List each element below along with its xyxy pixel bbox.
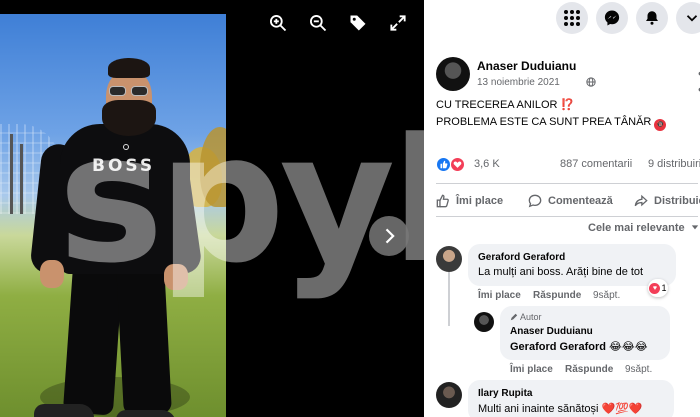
share-icon bbox=[634, 194, 648, 207]
account-chevron-icon bbox=[686, 15, 698, 22]
post-date[interactable]: 13 noiembrie 2021 bbox=[477, 77, 560, 88]
comment-sort-dropdown[interactable]: Cele mai relevante bbox=[588, 222, 699, 234]
reply-author-avatar[interactable] bbox=[474, 312, 494, 332]
love-reaction-icon[interactable] bbox=[450, 157, 465, 172]
comment-like-link[interactable]: Îmi place bbox=[478, 290, 521, 301]
laughing-emoji: 😂😂😂 bbox=[609, 341, 648, 353]
like-reaction-icon[interactable] bbox=[436, 157, 451, 172]
post-actions: Îmi place Comentează Distribuie bbox=[424, 190, 700, 212]
top-navigation bbox=[424, 0, 700, 36]
account-menu-button[interactable] bbox=[676, 2, 700, 34]
comments-count[interactable]: 887 comentarii bbox=[560, 158, 632, 170]
photo-viewer: BOSS spyM bbox=[0, 0, 424, 417]
messenger-icon bbox=[604, 10, 620, 26]
zoom-in-icon[interactable] bbox=[266, 11, 290, 35]
comment-icon bbox=[528, 194, 542, 208]
divider bbox=[436, 216, 698, 217]
comment-button[interactable]: Comentează bbox=[528, 190, 613, 212]
reply-reply-link[interactable]: Răspunde bbox=[565, 364, 613, 375]
reply-time[interactable]: 9săpt. bbox=[625, 364, 652, 375]
sunglasses bbox=[109, 86, 149, 96]
menu-grid-button[interactable] bbox=[556, 2, 588, 34]
commenter-avatar[interactable] bbox=[436, 246, 462, 272]
notifications-button[interactable] bbox=[636, 2, 668, 34]
comment-text: Multi ani inainte sănătoși ❤️💯❤️ bbox=[478, 403, 643, 415]
comment-reaction-badge[interactable]: ♥ 1 bbox=[648, 279, 668, 297]
interrobang-emoji: ⁉️ bbox=[560, 99, 575, 111]
like-button[interactable]: Îmi place bbox=[436, 190, 503, 212]
globe-icon bbox=[586, 77, 596, 87]
divider bbox=[436, 183, 698, 184]
zoom-out-icon[interactable] bbox=[306, 11, 330, 35]
post-photo[interactable]: BOSS bbox=[0, 14, 226, 417]
comment-reply-link[interactable]: Răspunde bbox=[533, 290, 581, 301]
messenger-button[interactable] bbox=[596, 2, 628, 34]
post-side-panel: Anaser Duduianu 13 noiembrie 2021 • • CU… bbox=[424, 0, 700, 417]
post-text-line-1: CU TRECEREA ANILOR ⁉️ bbox=[436, 99, 575, 111]
notifications-bell-icon bbox=[646, 11, 658, 25]
heart-icon: ♥ bbox=[649, 282, 661, 294]
comment-bubble: Ilary Rupita Multi ani inainte sănătoși … bbox=[468, 380, 674, 417]
share-button[interactable]: Distribuie bbox=[634, 190, 700, 212]
author-badge: Autor bbox=[510, 312, 542, 322]
menu-grid-icon bbox=[564, 10, 580, 26]
comment-author[interactable]: Ilary Rupita bbox=[478, 388, 532, 399]
reply-text: Geraford Geraford 😂😂😂 bbox=[510, 341, 648, 353]
comment-bubble: Geraford Geraford La mulți ani boss. Ară… bbox=[468, 244, 676, 286]
commenter-avatar[interactable] bbox=[436, 382, 462, 408]
post-header: Anaser Duduianu 13 noiembrie 2021 • • bbox=[436, 57, 700, 97]
comment-time[interactable]: 9săpt. bbox=[593, 290, 620, 301]
shares-count[interactable]: 9 distribuiri bbox=[648, 158, 700, 170]
reply-bubble: Autor Anaser Duduianu Geraford Geraford … bbox=[500, 306, 670, 360]
fullscreen-icon[interactable] bbox=[386, 11, 410, 35]
caret-down-icon bbox=[691, 225, 698, 230]
reaction-count[interactable]: 3,6 K bbox=[474, 158, 500, 170]
reactions-bar: 3,6 K 887 comentarii 9 distribuiri bbox=[436, 157, 700, 173]
tag-icon[interactable] bbox=[346, 11, 370, 35]
heart-hundred-emoji: ❤️💯❤️ bbox=[601, 403, 643, 415]
hoodie-logo: BOSS bbox=[92, 156, 156, 176]
comment-text: La mulți ani boss. Arăți bine de tot bbox=[478, 266, 644, 278]
pencil-icon bbox=[510, 313, 518, 321]
underage-emoji: 🔞 bbox=[654, 119, 667, 131]
author-name[interactable]: Anaser Duduianu bbox=[477, 59, 576, 73]
next-photo-button[interactable] bbox=[369, 216, 409, 256]
reply-author[interactable]: Anaser Duduianu bbox=[510, 326, 593, 337]
author-avatar[interactable] bbox=[436, 57, 470, 91]
comment-author[interactable]: Geraford Geraford bbox=[478, 252, 565, 263]
post-text-line-2: PROBLEMA ESTE CA SUNT PREA TÂNĂR 🔞 bbox=[436, 116, 667, 131]
thumbs-up-icon bbox=[436, 194, 449, 208]
reply-like-link[interactable]: Îmi place bbox=[510, 364, 553, 375]
chevron-right-icon bbox=[385, 228, 395, 244]
